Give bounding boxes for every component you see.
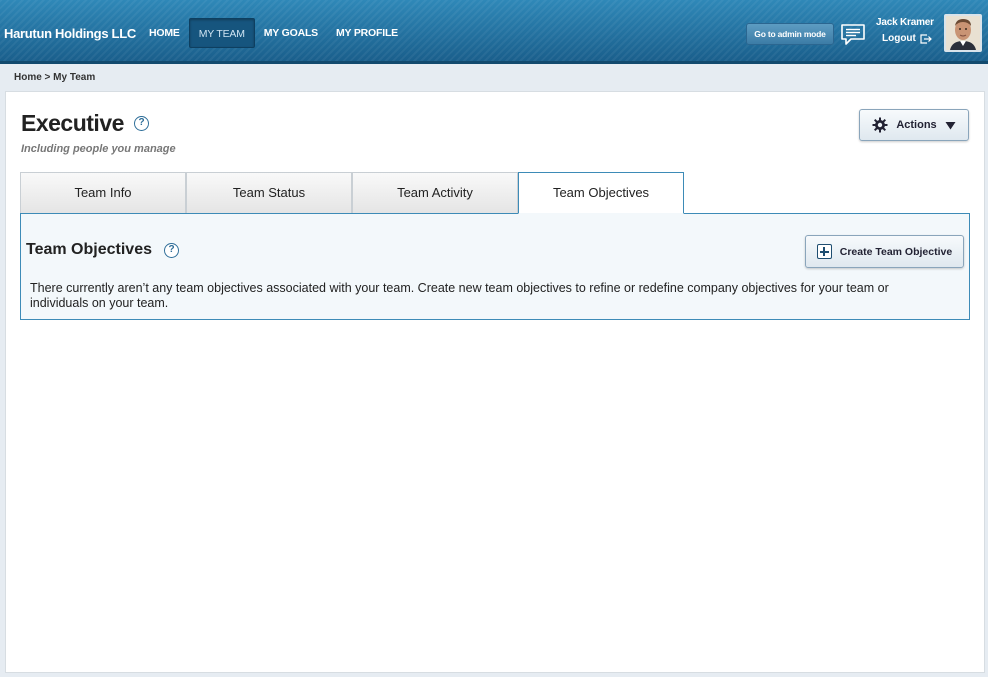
team-objectives-panel: Team Objectives ? Create Team Objective … <box>20 213 970 320</box>
company-name[interactable]: Harutun Holdings LLC <box>4 26 136 41</box>
gear-icon <box>872 117 888 133</box>
logout-arrow-icon <box>920 33 932 44</box>
logout-label: Logout <box>882 33 916 44</box>
page-subtitle: Including people you manage <box>21 143 176 155</box>
empty-state-message: There currently aren’t any team objectiv… <box>30 281 889 310</box>
create-team-objective-label: Create Team Objective <box>839 245 953 258</box>
tab-bar: Team Info Team Status Team Activity Team… <box>20 172 684 214</box>
admin-mode-button[interactable]: Go to admin mode <box>746 23 834 45</box>
tab-team-activity[interactable]: Team Activity <box>352 172 518 214</box>
help-icon[interactable]: ? <box>164 243 179 258</box>
plus-icon <box>816 244 832 259</box>
page-title: Executive <box>21 110 124 136</box>
main-panel: Executive ? Including people you manage … <box>5 91 985 673</box>
main-nav: HOME MY TEAM MY GOALS MY PROFILE <box>140 18 407 48</box>
nav-my-profile[interactable]: MY PROFILE <box>327 18 407 48</box>
tab-team-status[interactable]: Team Status <box>186 172 352 214</box>
help-icon[interactable]: ? <box>134 116 149 131</box>
breadcrumb[interactable]: Home > My Team <box>14 72 95 83</box>
nav-my-team[interactable]: MY TEAM <box>188 18 255 48</box>
user-name: Jack Kramer <box>876 17 934 28</box>
top-navigation-bar: Harutun Holdings LLC HOME MY TEAM MY GOA… <box>0 0 988 64</box>
logout-link[interactable]: Logout <box>882 33 932 44</box>
caret-down-icon <box>945 121 956 129</box>
create-team-objective-button[interactable]: Create Team Objective <box>805 235 964 268</box>
actions-label: Actions <box>896 119 937 131</box>
avatar[interactable] <box>944 14 982 52</box>
tab-team-objectives[interactable]: Team Objectives <box>518 172 684 214</box>
section-title: Team Objectives <box>26 241 152 258</box>
nav-home[interactable]: HOME <box>140 18 189 48</box>
chat-bubble-icon[interactable] <box>840 22 866 48</box>
tab-team-info[interactable]: Team Info <box>20 172 186 214</box>
actions-button[interactable]: Actions <box>859 109 969 141</box>
nav-my-goals[interactable]: MY GOALS <box>255 18 327 48</box>
